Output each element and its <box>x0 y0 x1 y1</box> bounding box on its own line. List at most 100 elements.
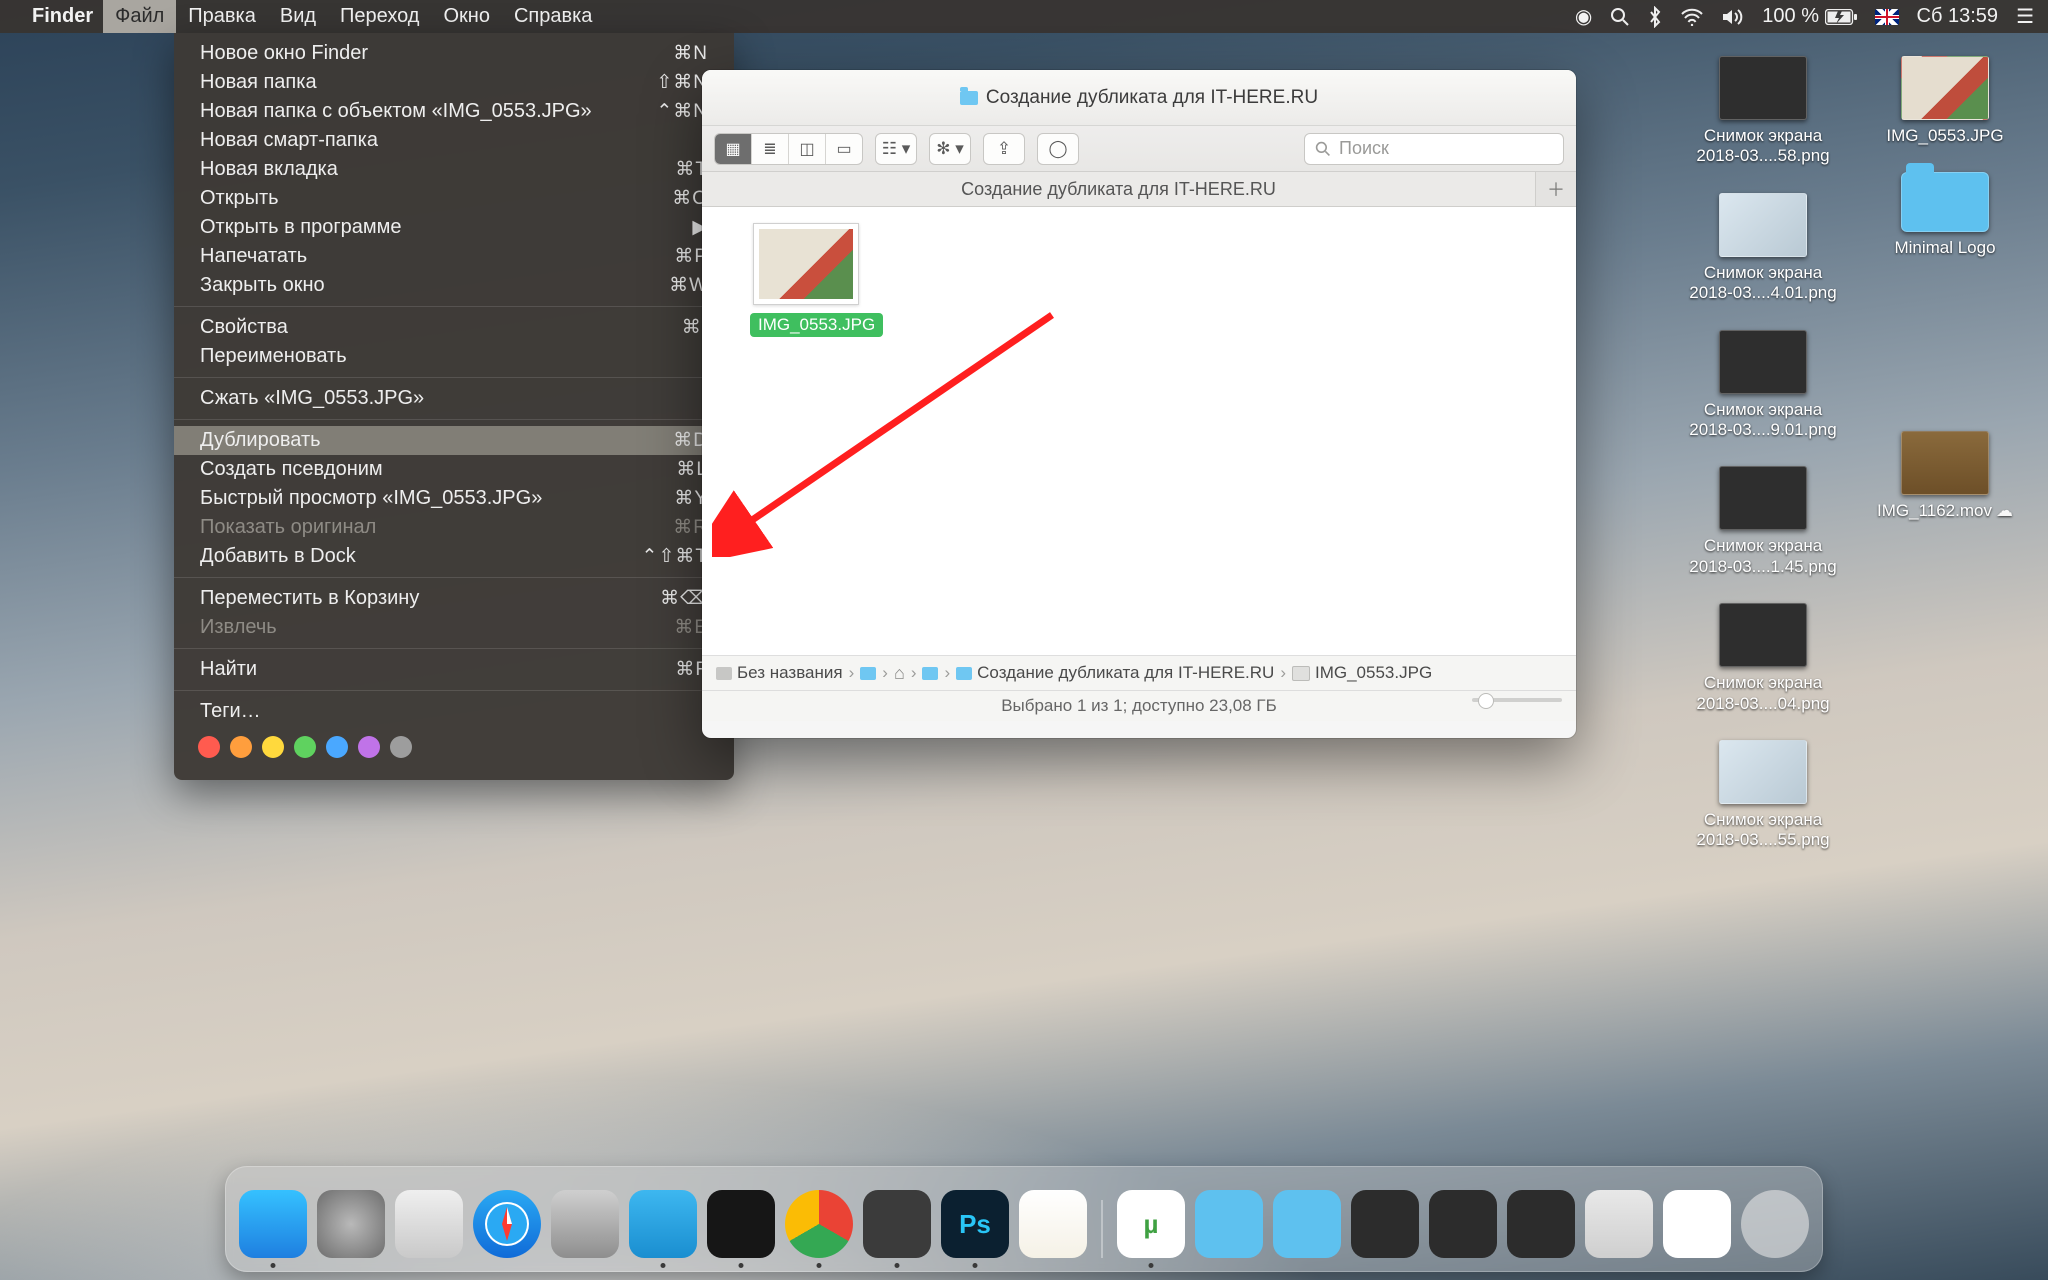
desktop-icon[interactable]: Снимок экрана2018-03....1.45.png <box>1678 466 1848 577</box>
menu-item[interactable]: Сжать «IMG_0553.JPG» <box>174 384 734 413</box>
dock-safari[interactable] <box>473 1190 541 1258</box>
new-tab-button[interactable]: ＋ <box>1536 172 1576 206</box>
window-title: Создание дубликата для IT-HERE.RU <box>986 87 1318 109</box>
menu-переход[interactable]: Переход <box>328 0 431 33</box>
desktop-icon[interactable]: IMG_0553.JPG <box>1860 56 2030 146</box>
tag-dot[interactable] <box>326 736 348 758</box>
battery-status[interactable]: 100 % <box>1762 5 1856 28</box>
dock-finder[interactable] <box>239 1190 307 1258</box>
dock-launchpad[interactable] <box>317 1190 385 1258</box>
search-placeholder: Поиск <box>1339 138 1389 159</box>
tag-dot[interactable] <box>198 736 220 758</box>
file-label: IMG_0553.JPG <box>750 313 883 337</box>
dock-chrome[interactable] <box>785 1190 853 1258</box>
menu-item[interactable]: Добавить в Dock⌃⇧⌘T <box>174 542 734 571</box>
path-segment[interactable]: Создание дубликата для IT-HERE.RU <box>956 663 1274 683</box>
menu-item[interactable]: Найти⌘F <box>174 655 734 684</box>
menu-item[interactable]: Создать псевдоним⌘L <box>174 455 734 484</box>
path-segment[interactable] <box>922 667 938 680</box>
desktop-icon[interactable]: Снимок экрана2018-03....58.png <box>1678 56 1848 167</box>
dock-folder2[interactable] <box>1273 1190 1341 1258</box>
action-button[interactable]: ✻ ▾ <box>929 133 971 165</box>
menu-окно[interactable]: Окно <box>431 0 501 33</box>
menu-вид[interactable]: Вид <box>268 0 328 33</box>
finder-window: Создание дубликата для IT-HERE.RU ▦ ≣ ◫ … <box>702 70 1576 738</box>
siri-icon[interactable]: ◉ <box>1575 4 1592 29</box>
dock-stack2[interactable] <box>1429 1190 1497 1258</box>
menu-item[interactable]: Закрыть окно⌘W <box>174 271 734 300</box>
desktop-icon[interactable]: Снимок экрана2018-03....04.png <box>1678 603 1848 714</box>
dock: Ps µ <box>225 1166 1823 1272</box>
dock-stack5[interactable] <box>1663 1190 1731 1258</box>
desktop-icon[interactable]: Снимок экрана2018-03....55.png <box>1678 740 1848 851</box>
arrange-button[interactable]: ☷ ▾ <box>875 133 917 165</box>
dock-photoshop[interactable]: Ps <box>941 1190 1009 1258</box>
file-thumbnail <box>753 223 859 305</box>
volume-icon[interactable] <box>1722 8 1744 26</box>
menu-item[interactable]: Новая вкладка⌘T <box>174 155 734 184</box>
spotlight-icon[interactable] <box>1610 7 1630 27</box>
dock-stack3[interactable] <box>1507 1190 1575 1258</box>
tags-button[interactable]: ◯ <box>1037 133 1079 165</box>
dock-sublime[interactable] <box>863 1190 931 1258</box>
zoom-slider[interactable] <box>1472 698 1562 702</box>
notification-center-icon[interactable]: ☰ <box>2016 4 2034 29</box>
menu-item[interactable]: Новое окно Finder⌘N <box>174 39 734 68</box>
menu-правка[interactable]: Правка <box>176 0 268 33</box>
path-segment[interactable]: Без названия <box>716 663 843 683</box>
dock-terminal[interactable] <box>707 1190 775 1258</box>
tag-dot[interactable] <box>358 736 380 758</box>
menu-item[interactable]: Новая папка с объектом «IMG_0553.JPG»⌃⌘N <box>174 97 734 126</box>
bluetooth-icon[interactable] <box>1648 6 1662 28</box>
menu-item[interactable]: Открыть⌘O <box>174 184 734 213</box>
path-segment[interactable] <box>860 667 876 680</box>
dock-notes[interactable] <box>1019 1190 1087 1258</box>
desktop-icon[interactable]: Снимок экрана2018-03....9.01.png <box>1678 330 1848 441</box>
dock-tool[interactable] <box>395 1190 463 1258</box>
path-segment[interactable]: IMG_0553.JPG <box>1292 663 1432 683</box>
folder-icon <box>960 91 978 105</box>
window-titlebar[interactable]: Создание дубликата для IT-HERE.RU <box>702 70 1576 126</box>
menu-item[interactable]: Дублировать⌘D <box>174 426 734 455</box>
view-list-button[interactable]: ≣ <box>752 134 789 164</box>
menu-item[interactable]: Быстрый просмотр «IMG_0553.JPG»⌘Y <box>174 484 734 513</box>
dock-stack4[interactable] <box>1585 1190 1653 1258</box>
path-segment[interactable]: ⌂ <box>894 663 905 684</box>
menu-item[interactable]: Напечатать⌘P <box>174 242 734 271</box>
tag-dot[interactable] <box>230 736 252 758</box>
view-icon-button[interactable]: ▦ <box>715 134 752 164</box>
menu-item[interactable]: Открыть в программе▶ <box>174 213 734 242</box>
menu-item[interactable]: Переименовать <box>174 342 734 371</box>
menu-item[interactable]: Свойства⌘I <box>174 313 734 342</box>
tag-dot[interactable] <box>262 736 284 758</box>
desktop-column: IMG_0553.JPG Minimal Logo IMG_1162.mov☁ <box>1860 56 2030 521</box>
tag-dot[interactable] <box>390 736 412 758</box>
file-item[interactable]: IMG_0553.JPG <box>750 223 862 337</box>
finder-tab[interactable]: Создание дубликата для IT-HERE.RU <box>702 172 1536 206</box>
view-gallery-button[interactable]: ▭ <box>826 134 862 164</box>
menu-item[interactable]: Новая смарт-папка <box>174 126 734 155</box>
app-name[interactable]: Finder <box>32 5 93 28</box>
finder-content[interactable]: IMG_0553.JPG <box>702 207 1576 656</box>
menu-item[interactable]: Теги… <box>174 697 734 726</box>
clock[interactable]: Сб 13:59 <box>1917 5 1999 28</box>
desktop-icon[interactable]: IMG_1162.mov☁ <box>1860 431 2030 521</box>
search-field[interactable]: Поиск <box>1304 133 1564 165</box>
wifi-icon[interactable] <box>1680 8 1704 26</box>
menu-item[interactable]: Переместить в Корзину⌘⌫ <box>174 584 734 613</box>
menu-item[interactable]: Новая папка⇧⌘N <box>174 68 734 97</box>
dock-stack1[interactable] <box>1351 1190 1419 1258</box>
dock-settings[interactable] <box>551 1190 619 1258</box>
dock-telegram[interactable] <box>629 1190 697 1258</box>
desktop-icon[interactable]: Снимок экрана2018-03....4.01.png <box>1678 193 1848 304</box>
view-columns-button[interactable]: ◫ <box>789 134 826 164</box>
dock-trash[interactable] <box>1741 1190 1809 1258</box>
dock-folder1[interactable] <box>1195 1190 1263 1258</box>
menu-файл[interactable]: Файл <box>103 0 176 33</box>
tag-dot[interactable] <box>294 736 316 758</box>
menu-справка[interactable]: Справка <box>502 0 604 33</box>
dock-utorrent[interactable]: µ <box>1117 1190 1185 1258</box>
share-button[interactable]: ⇪ <box>983 133 1025 165</box>
input-source[interactable] <box>1875 9 1899 25</box>
desktop-icon[interactable]: Minimal Logo <box>1860 172 2030 258</box>
